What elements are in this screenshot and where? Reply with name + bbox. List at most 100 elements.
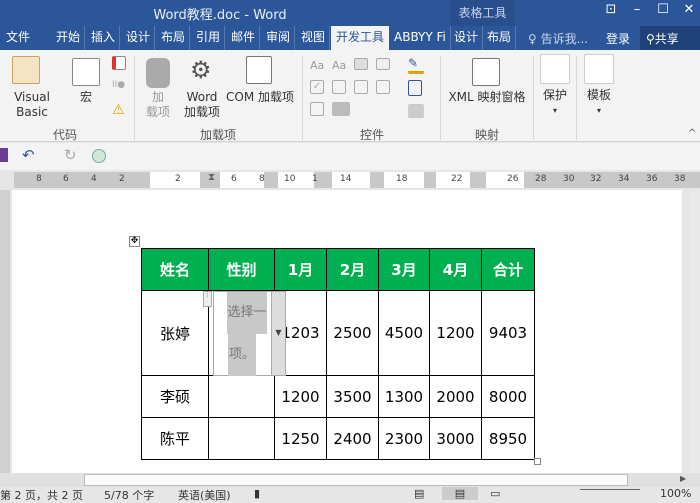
cell[interactable] xyxy=(208,417,275,460)
tab-insert[interactable]: 插入 xyxy=(87,26,121,50)
redo-icon[interactable]: ↻ xyxy=(64,146,77,164)
save-icon[interactable] xyxy=(0,148,8,162)
macro-security-icon[interactable]: ⚠ xyxy=(112,102,125,118)
tab-file[interactable]: 文件 xyxy=(2,26,34,50)
plain-text-control-icon[interactable]: Aa xyxy=(332,58,346,73)
com-addins-button[interactable]: COM 加载项 xyxy=(222,90,298,105)
dropdown-content-control[interactable]: 选择一 项。 xyxy=(213,291,272,376)
tell-me-search[interactable]: ♀ 告诉我... xyxy=(528,30,588,47)
tab-table-layout[interactable]: 布局 xyxy=(483,26,517,50)
scrollbar-thumb[interactable] xyxy=(84,474,628,486)
vertical-scrollbar[interactable] xyxy=(690,190,700,473)
undo-icon[interactable]: ↶ xyxy=(22,146,35,164)
building-block-control-icon[interactable] xyxy=(376,58,390,70)
vertical-ruler[interactable] xyxy=(0,190,10,473)
ruler-tick: 18 xyxy=(396,174,408,184)
collapse-ribbon-icon[interactable]: ^ xyxy=(688,128,696,139)
cell[interactable]: 8950 xyxy=(481,417,535,460)
xml-mapping-pane-button[interactable]: XML 映射窗格 xyxy=(444,90,530,105)
properties-icon[interactable] xyxy=(408,80,422,96)
table-resize-handle-icon[interactable] xyxy=(534,458,541,465)
tab-table-design[interactable]: 设计 xyxy=(450,26,484,50)
cell[interactable]: 4500 xyxy=(378,290,430,376)
minimize-icon[interactable]: – xyxy=(626,2,648,17)
picture-control-icon[interactable] xyxy=(354,58,368,70)
rich-text-control-icon[interactable]: Aa xyxy=(310,58,324,73)
date-picker-control-icon[interactable] xyxy=(376,80,390,94)
protect-button[interactable]: 保护 ▾ xyxy=(538,88,572,118)
cell[interactable] xyxy=(208,375,275,418)
macro-button[interactable]: 宏 xyxy=(72,90,100,105)
login-link[interactable]: 登录 xyxy=(606,30,630,47)
tab-review[interactable]: 审阅 xyxy=(262,26,296,50)
scroll-right-icon[interactable]: ▶ xyxy=(680,474,686,483)
addins-button[interactable]: 加载项 xyxy=(146,90,170,120)
word-addins-line2: 加载项 xyxy=(183,105,220,119)
tab-mailings[interactable]: 邮件 xyxy=(227,26,261,50)
cell[interactable]: 陈平 xyxy=(141,417,209,460)
repeating-section-icon[interactable] xyxy=(310,102,324,116)
tab-references[interactable]: 引用 xyxy=(192,26,226,50)
cell[interactable]: 2400 xyxy=(326,417,379,460)
ruler-tick: 38 xyxy=(674,174,686,184)
checkbox-control-icon[interactable]: ✓ xyxy=(310,80,324,94)
page-count[interactable]: 第 2 页，共 2 页 xyxy=(0,487,83,503)
cell[interactable]: 1250 xyxy=(274,417,327,460)
tab-layout[interactable]: 布局 xyxy=(157,26,191,50)
web-layout-icon[interactable]: ▭ xyxy=(490,487,500,500)
share-label: 共享 xyxy=(654,32,679,46)
macro-record-icon[interactable]: ▮ xyxy=(254,487,260,500)
read-mode-icon[interactable]: ▤ xyxy=(414,487,424,500)
print-layout-icon[interactable]: ▤ xyxy=(442,487,478,500)
zoom-level[interactable]: 100% xyxy=(660,487,691,500)
word-count[interactable]: 5/78 个字 xyxy=(104,487,154,503)
zoom-slider[interactable] xyxy=(580,489,640,490)
ribbon-display-icon[interactable]: ⊡ xyxy=(600,2,622,17)
status-bar: 第 2 页，共 2 页 5/78 个字 英语(美国) ▮ ▤ ▤ ▭ 100% xyxy=(0,487,700,503)
tab-design[interactable]: 设计 xyxy=(122,26,156,50)
indent-marker-icon[interactable]: ⧗ xyxy=(208,172,215,183)
cell[interactable]: 8000 xyxy=(481,375,535,418)
cell[interactable]: 1200 xyxy=(429,290,482,376)
cell[interactable]: 3000 xyxy=(429,417,482,460)
cell[interactable]: 张婷 xyxy=(141,290,209,376)
dropdown-list-control-icon[interactable] xyxy=(354,80,368,94)
ruler-tick: 2 xyxy=(175,174,181,184)
cell[interactable]: 2300 xyxy=(378,417,430,460)
word-addins-button[interactable]: Word 加载项 xyxy=(180,90,224,120)
tab-view[interactable]: 视图 xyxy=(297,26,331,50)
macro-icon xyxy=(72,58,100,86)
group-code-label: 代码 xyxy=(52,128,77,142)
share-button[interactable]: ⚲共享 xyxy=(640,26,700,50)
cell[interactable]: 1300 xyxy=(378,375,430,418)
group-control-icon[interactable] xyxy=(408,104,424,118)
tab-home[interactable]: 开始 xyxy=(52,26,86,50)
cell[interactable]: 3500 xyxy=(326,375,379,418)
table-move-handle-icon[interactable]: ✥ xyxy=(129,236,140,247)
design-mode-icon[interactable]: ✎ xyxy=(408,56,424,74)
cell[interactable]: 2000 xyxy=(429,375,482,418)
word-addins-line1: Word xyxy=(186,90,218,104)
combo-box-control-icon[interactable] xyxy=(332,80,346,94)
pause-recording-icon[interactable]: II● xyxy=(112,80,126,90)
content-control-handle-icon[interactable]: ⋮ xyxy=(203,291,212,307)
ruler-tick: 4 xyxy=(91,174,97,184)
template-button[interactable]: 模板 ▾ xyxy=(582,88,616,118)
close-icon[interactable]: ✕ xyxy=(678,2,700,17)
language[interactable]: 英语(美国) xyxy=(178,487,231,503)
tab-abbyy[interactable]: ABBYY Fi xyxy=(390,26,451,50)
record-macro-icon[interactable] xyxy=(112,56,126,70)
dropdown-arrow-button[interactable]: ▼ xyxy=(271,291,286,376)
ruler-tick: 34 xyxy=(618,174,630,184)
horizontal-scrollbar[interactable]: ▶ xyxy=(0,473,700,487)
cell[interactable]: 9403 xyxy=(481,290,535,376)
visual-basic-button[interactable]: Visual Basic xyxy=(0,90,64,120)
cell[interactable]: 2500 xyxy=(326,290,379,376)
tab-developer[interactable]: 开发工具 xyxy=(331,26,390,50)
cell[interactable]: 李硕 xyxy=(141,375,209,418)
maximize-icon[interactable]: ☐ xyxy=(652,2,674,17)
legacy-tools-icon[interactable] xyxy=(332,102,350,116)
group-addins-label: 加载项 xyxy=(199,128,236,142)
cell[interactable]: 1200 xyxy=(274,375,327,418)
touch-mode-icon[interactable] xyxy=(92,149,106,163)
